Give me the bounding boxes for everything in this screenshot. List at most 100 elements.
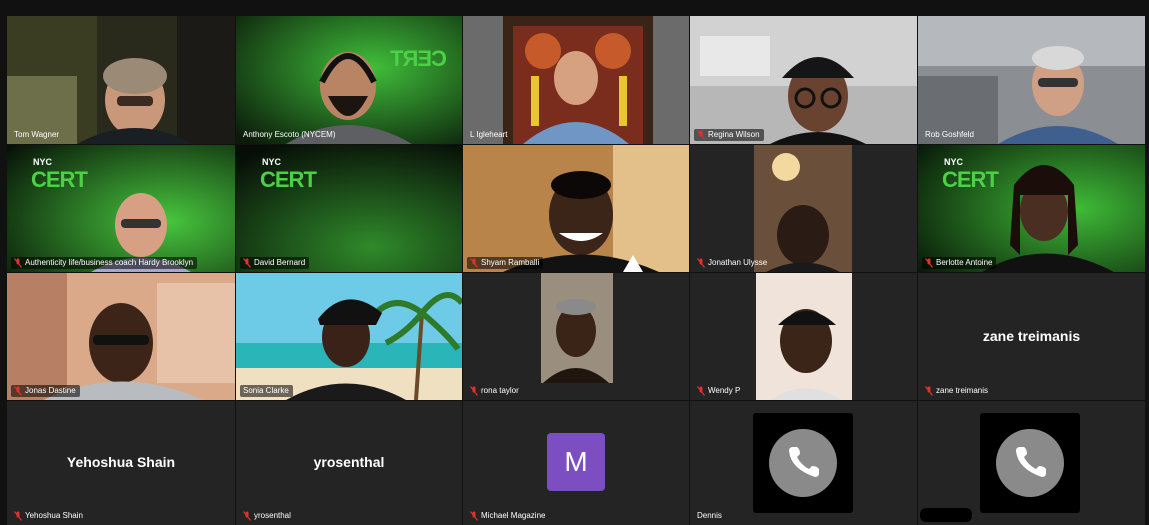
participant-name: Michael Magazine [481,511,546,520]
participant-video [463,273,689,400]
participant-name: Authenticity life/business coach Hardy B… [25,258,194,267]
participant-name: yrosenthal [254,511,291,520]
cert-logo: CERT [942,167,999,192]
participant-tile[interactable]: Wendy P [690,273,917,400]
participant-tile[interactable]: Tom Wagner [7,16,235,144]
phone-icon [789,447,819,477]
participant-namebar: yrosenthal [240,510,295,522]
participant-name: L Igleheart [470,130,508,139]
participant-display-name: zane treimanis [982,327,1081,344]
redacted-name [920,508,972,522]
participant-namebar: Regina Wilson [694,129,764,141]
participant-tile[interactable]: Yehoshua Shain Yehoshua Shain [7,401,235,525]
participant-tile[interactable]: zane treimanis zane treimanis [918,273,1145,400]
participant-namebar: L Igleheart [467,129,512,141]
participant-tile[interactable]: M Michael Magazine [463,401,689,525]
cert-logo: CERT [260,167,317,192]
participant-tile[interactable]: NYC CERT David Bernard [236,145,462,272]
phone-icon [1016,447,1046,477]
participant-video [918,16,1145,144]
participant-namebar: Yehoshua Shain [11,510,87,522]
participant-tile[interactable]: Rob Goshfeld [918,16,1145,144]
mic-off-icon [14,258,22,268]
participant-tile[interactable]: Jonathan Ulysse [690,145,917,272]
participant-display-name: yrosenthal [313,454,385,471]
participant-tile[interactable]: Dennis [690,401,917,525]
participant-namebar: Dennis [694,510,726,522]
mic-off-icon [697,258,705,268]
participant-name: Rob Goshfeld [925,130,974,139]
mic-off-icon [243,511,251,521]
participant-namebar: Shyam Ramballi [467,257,544,269]
participant-video [690,273,917,400]
participant-namebar: Sonia Clarke [240,385,293,397]
participant-namebar: David Bernard [240,257,310,269]
participant-tile[interactable]: rona taylor [463,273,689,400]
phone-caller-box [980,413,1080,513]
participant-namebar: Anthony Escoto (NYCEM) [240,129,339,141]
participant-name: David Bernard [254,258,306,267]
participant-video [690,145,917,272]
participant-display-name: Yehoshua Shain [66,454,176,471]
participant-name: Regina Wilson [708,130,760,139]
participant-name: zane treimanis [936,386,989,395]
participant-video [7,16,235,144]
participant-namebar: rona taylor [467,385,523,397]
phone-avatar [996,429,1064,497]
participant-name: Wendy P [708,386,741,395]
participant-video [463,145,689,272]
nyc-em-logo: NYC [33,157,53,167]
participant-name: Shyam Ramballi [481,258,540,267]
mic-off-icon [14,386,22,396]
participant-namebar: Authenticity life/business coach Hardy B… [11,257,198,269]
participant-name: rona taylor [481,386,519,395]
participant-tile[interactable]: Sonia Clarke [236,273,462,400]
mic-off-icon [470,258,478,268]
participant-namebar: zane treimanis [922,385,992,397]
participant-name: Anthony Escoto (NYCEM) [243,130,336,139]
participant-name: Jonathan Ulysse [708,258,768,267]
mic-off-icon [925,258,933,268]
participant-tile[interactable] [918,401,1145,525]
participant-video [690,16,917,144]
participant-name: Tom Wagner [14,130,60,139]
participant-namebar: Tom Wagner [11,129,63,141]
participant-namebar: Rob Goshfeld [922,129,978,141]
participant-video [463,16,689,144]
participant-name: Yehoshua Shain [25,511,83,520]
participant-tile[interactable]: NYC CERT Berlotte Antoine [918,145,1145,272]
mic-off-icon [470,511,478,521]
participant-namebar: Michael Magazine [467,510,549,522]
phone-caller-box [753,413,853,513]
participant-video [7,273,235,400]
nyc-em-logo: NYC [262,157,282,167]
mic-off-icon [697,386,705,396]
participant-namebar: Berlotte Antoine [922,257,997,269]
participant-tile[interactable]: Jonas Dastine [7,273,235,400]
participant-video [236,273,462,400]
participant-name: Sonia Clarke [243,386,289,395]
participant-namebar: Jonathan Ulysse [694,257,771,269]
participant-namebar: Jonas Dastine [11,385,80,397]
mic-off-icon [925,386,933,396]
mic-off-icon [14,511,22,521]
avatar: M [547,433,605,491]
phone-avatar [769,429,837,497]
participant-tile[interactable]: Shyam Ramballi [463,145,689,272]
participant-name: Jonas Dastine [25,386,76,395]
mic-off-icon [243,258,251,268]
participant-tile[interactable]: CERT Anthony Escoto (NYCEM) [236,16,462,144]
participant-tile[interactable]: yrosenthal yrosenthal [236,401,462,525]
nyc-em-logo: NYC [944,157,964,167]
participant-name: Berlotte Antoine [936,258,993,267]
participant-name: Dennis [697,511,722,520]
cert-logo: CERT [31,167,88,192]
participant-video [236,16,462,144]
participant-tile[interactable]: Regina Wilson [690,16,917,144]
mic-off-icon [697,130,705,140]
gallery-view: Tom Wagner CERT Anthony Escoto (NYCEM) L… [0,0,1149,525]
cert-logo: CERT [391,46,447,71]
participant-tile[interactable]: L Igleheart [463,16,689,144]
mic-off-icon [470,386,478,396]
participant-tile[interactable]: NYC CERT Authenticity life/business coac… [7,145,235,272]
